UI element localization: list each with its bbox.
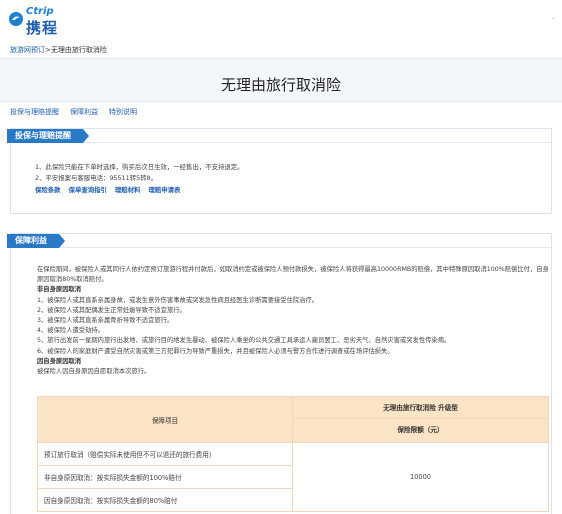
tab-claim-reminder[interactable]: 投保与理赔提醒 xyxy=(10,107,59,117)
plan-name: 无理由旅行取消险 升级型 xyxy=(293,397,548,419)
non-self-item: 4、被保险人遭受劫持。 xyxy=(37,327,104,335)
non-self-item: 1、被保险人或其直系亲属身故，或发生意外伤害事故或突发急性病且经医生诊断需要接受… xyxy=(37,296,319,304)
col-header-plan: 无理由旅行取消险 升级型 保险限额（元） xyxy=(292,396,549,443)
claim-reminder-section: 投保与理赔提醒 1、此保险只能在下单时选择，购买后次日生效，一经售出，不支持退定… xyxy=(7,128,552,214)
ctrip-logo[interactable]: Ctrip 携程 xyxy=(6,5,76,37)
self-text: 被保险人因自身原因自愿取消本次旅行。 xyxy=(37,368,151,376)
claim-materials-link[interactable]: 理赔材料 xyxy=(115,185,141,194)
benefits-section: 保障利益 在保险期间，被保险人或其同行人依约定预订旅游行程并付款后，如取消约定或… xyxy=(7,233,552,514)
title-band: 无理由旅行取消险 xyxy=(0,58,562,102)
benefits-text: 在保险期间，被保险人或其同行人依约定预订旅游行程并付款后，如取消约定或被保险人预… xyxy=(37,265,549,377)
col-header-item: 保障项目 xyxy=(37,396,293,443)
policy-terms-link[interactable]: 保险条款 xyxy=(35,185,61,194)
top-right-mark: · xyxy=(552,16,554,23)
non-self-item: 6、被保险人的家庭财产遭受自然灾害或第三方犯罪行为导致严重损失，并且被保险人必须… xyxy=(37,347,394,355)
section-title: 投保与理赔提醒 xyxy=(7,129,89,143)
section-header: 投保与理赔提醒 xyxy=(7,129,551,143)
table-cell: 因自身原因取消：按实际损失金额的80%赔付 xyxy=(37,488,293,512)
tab-benefits[interactable]: 保障利益 xyxy=(70,107,98,117)
page-title: 无理由旅行取消险 xyxy=(220,76,341,94)
table-row: 预订旅行取消（赔偿实际未使用但不可以退还的旅行费用） 10000 xyxy=(37,442,549,512)
claim-form-link[interactable]: 理赔申请表 xyxy=(148,185,180,194)
non-self-item: 3、被保险人或其直系亲属骨折导致不适宜旅行。 xyxy=(37,317,174,325)
amount-header: 保险限额（元） xyxy=(397,426,444,434)
reminder-line: 2、平安报案与客服电话：95511转5转8。 xyxy=(35,174,157,182)
reminder-links: 保险条款 保单查询指引 理赔材料 理赔申请表 xyxy=(35,185,180,194)
tab-special-notes[interactable]: 特别说明 xyxy=(109,107,137,117)
dolphin-icon xyxy=(9,12,23,26)
top-bar: Ctrip 携程 · xyxy=(0,0,562,40)
non-self-item: 2、被保险人或其配偶发生正常妊娠导致不适宜旅行。 xyxy=(37,306,186,314)
breadcrumb-current: >无理由旅行取消险 xyxy=(45,46,107,54)
breadcrumb-link[interactable]: 旅游网预订 xyxy=(10,46,45,54)
logo-text-en: Ctrip xyxy=(26,6,54,17)
section-tabs: 投保与理赔提醒 保障利益 特别说明 xyxy=(10,107,137,117)
logo-text-cn: 携程 xyxy=(26,19,59,37)
section-title: 保障利益 xyxy=(7,234,65,248)
table-cell: 非自身原因取消：按实际损失金额的100%赔付 xyxy=(37,465,293,489)
reminder-line: 1、此保险只能在下单时选择，购买后次日生效，一经售出，不支持退定。 xyxy=(35,163,244,171)
policy-query-guide-link[interactable]: 保单查询指引 xyxy=(69,185,107,194)
benefit-table: 保障项目 无理由旅行取消险 升级型 保险限额（元） 预订旅行取消（赔偿实际未使用… xyxy=(37,396,549,512)
reminder-text: 1、此保险只能在下单时选择，购买后次日生效，一经售出，不支持退定。 2、平安报案… xyxy=(35,162,244,184)
self-heading: 因自身原因取消 xyxy=(37,357,82,365)
amount-cell: 10000 xyxy=(292,442,549,512)
breadcrumb: 旅游网预订>无理由旅行取消险 xyxy=(10,45,107,55)
benefits-intro: 在保险期间，被保险人或其同行人依约定预订旅游行程并付款后，如取消约定或被保险人预… xyxy=(37,266,549,284)
section-header: 保障利益 xyxy=(7,234,551,248)
non-self-item: 5、旅行出发前一星期内旅行出发地、或旅行目的地发生暴动、被保险人乘坐的公共交通工… xyxy=(37,337,451,345)
table-cell: 预订旅行取消（赔偿实际未使用但不可以退还的旅行费用） xyxy=(37,442,293,466)
non-self-heading: 非自身原因取消 xyxy=(37,286,82,294)
